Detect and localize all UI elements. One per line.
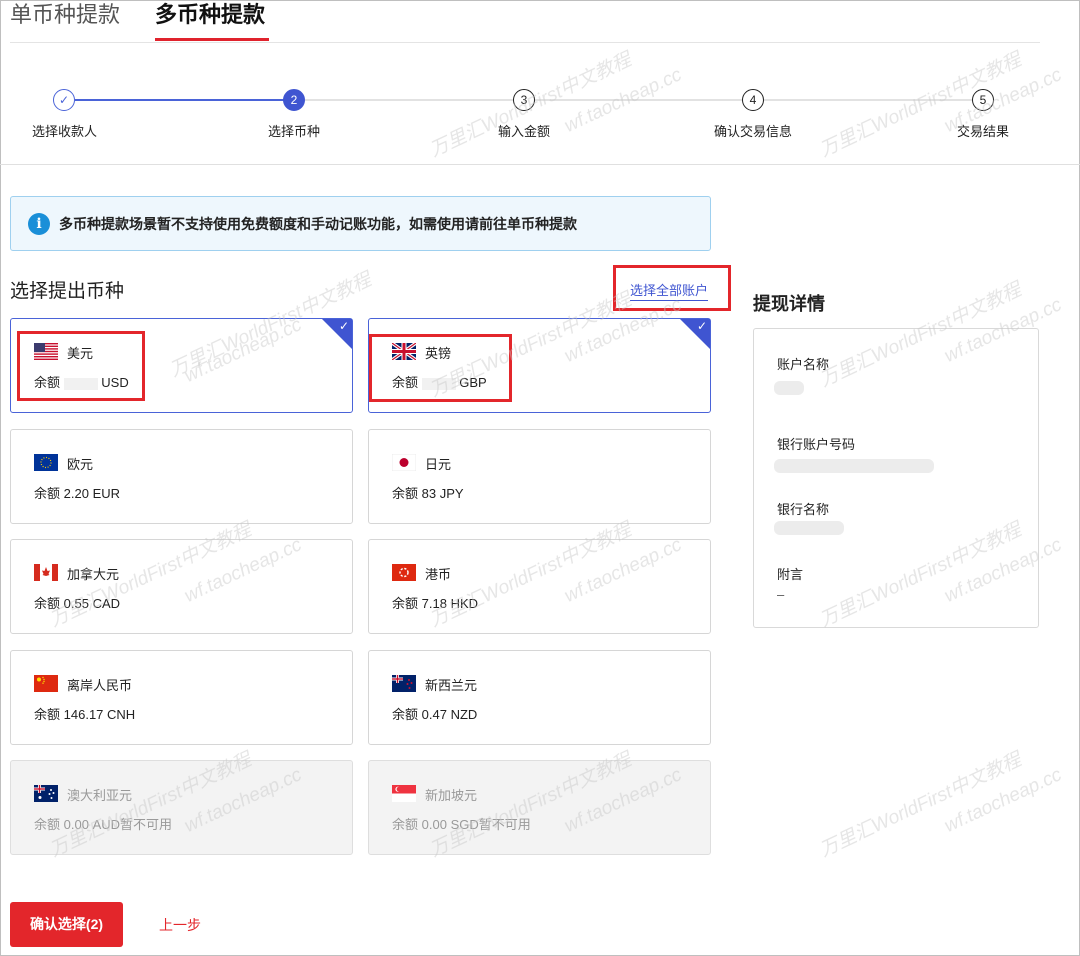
bank-account-blurred <box>774 459 934 473</box>
back-link[interactable]: 上一步 <box>159 915 201 935</box>
check-icon: ✓ <box>696 319 707 333</box>
balance-amount: 0.47 <box>421 707 447 722</box>
bank-account-label: 银行账户号码 <box>777 437 856 452</box>
gbp-highlight <box>369 334 512 402</box>
currency-name: 欧元 <box>67 457 94 472</box>
currency-card-hkd[interactable]: 港币 余额 7.18 HKD <box>368 539 711 634</box>
step-1-label: 选择收款人 <box>32 124 98 139</box>
balance-amount: 146.17 <box>63 707 104 722</box>
account-name-label: 账户名称 <box>777 357 830 372</box>
currency-card-sgd: 新加坡元 余额 0.00 SGD暂不可用 <box>368 760 711 855</box>
currency-code: CNH <box>107 707 136 722</box>
active-tab-indicator <box>155 38 269 41</box>
currency-code: HKD <box>450 596 479 611</box>
bank-name-blurred <box>774 521 844 535</box>
balance-label: 余额 <box>392 486 419 501</box>
note-label: 附言 <box>777 567 804 582</box>
tab-bar: 单币种提款 多币种提款 <box>10 0 1040 43</box>
currency-name: 港币 <box>425 567 452 582</box>
withdrawal-details-panel: 账户名称 银行账户号码 银行名称 附言 – <box>753 328 1039 628</box>
step-5-label: 交易结果 <box>957 124 1010 139</box>
balance-label: 余额 <box>34 707 61 722</box>
step-2-indicator: 2 <box>283 89 305 111</box>
step-4-indicator: 4 <box>742 89 764 111</box>
eu-flag-icon <box>34 454 58 471</box>
cn-flag-icon <box>34 675 58 692</box>
bank-name-label: 银行名称 <box>777 502 830 517</box>
step-1-check-icon: ✓ <box>53 89 75 111</box>
tab-multi-currency[interactable]: 多币种提款 <box>155 0 265 30</box>
balance-label: 余额 <box>34 596 61 611</box>
note-value: – <box>777 587 785 602</box>
currency-balance: 余额 0.55 CAD <box>34 593 120 612</box>
currency-card-eur[interactable]: 欧元 余额 2.20 EUR <box>10 429 353 524</box>
withdrawal-details-title: 提现详情 <box>753 294 825 314</box>
currency-code: CAD <box>92 596 121 611</box>
currency-card-jpy[interactable]: 日元 余额 83 JPY <box>368 429 711 524</box>
currency-balance: 余额 0.00 SGD暂不可用 <box>392 814 531 833</box>
currency-name: 新西兰元 <box>425 678 478 693</box>
currency-code: EUR <box>92 486 121 501</box>
balance-label: 余额 <box>392 596 419 611</box>
balance-label: 余额 <box>34 817 61 832</box>
balance-amount: 0.55 <box>63 596 89 611</box>
sg-flag-icon <box>392 785 416 802</box>
jp-flag-icon <box>392 454 416 471</box>
tab-single-currency[interactable]: 单币种提款 <box>10 0 120 30</box>
info-banner: i 多币种提款场景暂不支持使用免费额度和手动记账功能，如需使用请前往单币种提款 <box>10 196 711 251</box>
nz-flag-icon <box>392 675 416 692</box>
balance-label: 余额 <box>34 486 61 501</box>
currency-balance: 余额 146.17 CNH <box>34 704 135 723</box>
info-icon: i <box>28 213 50 235</box>
currency-card-aud: 澳大利亚元 余额 0.00 AUD暂不可用 <box>10 760 353 855</box>
currency-name: 加拿大元 <box>67 567 120 582</box>
balance-amount: 0.00 <box>63 817 89 832</box>
currency-name: 离岸人民币 <box>67 678 133 693</box>
au-flag-icon <box>34 785 58 802</box>
currency-code: SGD <box>450 817 479 832</box>
steps-divider <box>0 164 1080 165</box>
step-2-label: 选择币种 <box>268 124 321 139</box>
currency-balance: 余额 7.18 HKD <box>392 593 478 612</box>
currency-code: AUD <box>92 817 121 832</box>
step-4-label: 确认交易信息 <box>714 124 793 139</box>
currency-code: JPY <box>439 486 464 501</box>
currency-card-nzd[interactable]: 新西兰元 余额 0.47 NZD <box>368 650 711 745</box>
balance-amount: 0.00 <box>421 817 447 832</box>
balance-amount: 7.18 <box>421 596 447 611</box>
check-icon: ✓ <box>338 319 349 333</box>
currency-balance: 余额 83 JPY <box>392 483 464 502</box>
currency-name: 新加坡元 <box>425 788 478 803</box>
currency-name: 日元 <box>425 457 452 472</box>
balance-amount: 2.20 <box>63 486 89 501</box>
unavailable-note: 暂不可用 <box>120 817 173 832</box>
step-line-done <box>75 99 290 101</box>
hk-flag-icon <box>392 564 416 581</box>
balance-label: 余额 <box>392 707 419 722</box>
currency-balance: 余额 2.20 EUR <box>34 483 120 502</box>
confirm-selection-button[interactable]: 确认选择(2) <box>10 902 123 947</box>
account-name-blurred <box>774 381 804 395</box>
select-all-accounts-link[interactable]: 选择全部账户 <box>630 280 709 301</box>
step-line-todo <box>305 99 975 101</box>
step-3-label: 输入金额 <box>498 124 551 139</box>
currency-code: NZD <box>450 707 478 722</box>
balance-amount: 83 <box>421 486 437 501</box>
currency-balance: 余额 0.00 AUD暂不可用 <box>34 814 172 833</box>
currency-name: 澳大利亚元 <box>67 788 133 803</box>
currency-card-cnh[interactable]: 离岸人民币 余额 146.17 CNH <box>10 650 353 745</box>
balance-label: 余额 <box>392 817 419 832</box>
currency-section-title: 选择提出币种 <box>10 281 125 302</box>
step-5-indicator: 5 <box>972 89 994 111</box>
info-banner-text: 多币种提款场景暂不支持使用免费额度和手动记账功能，如需使用请前往单币种提款 <box>59 216 577 232</box>
ca-flag-icon <box>34 564 58 581</box>
step-3-indicator: 3 <box>513 89 535 111</box>
unavailable-note: 暂不可用 <box>478 817 531 832</box>
usd-highlight <box>17 331 145 401</box>
currency-balance: 余额 0.47 NZD <box>392 704 477 723</box>
currency-card-cad[interactable]: 加拿大元 余额 0.55 CAD <box>10 539 353 634</box>
